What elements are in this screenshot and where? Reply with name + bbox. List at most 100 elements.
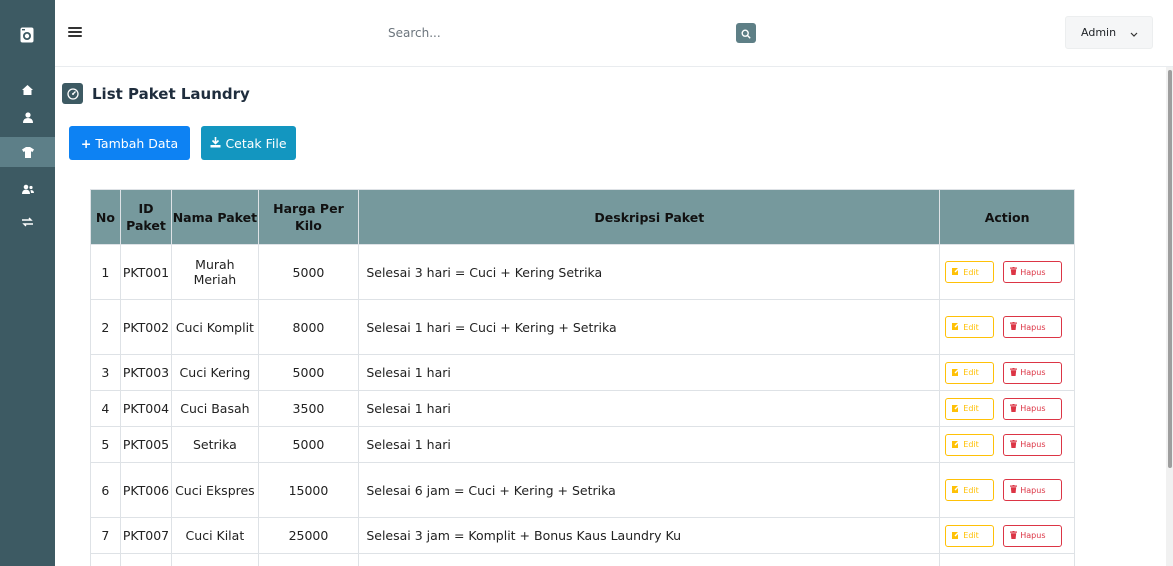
app-root: Admin List Paket Laundry + Tambah Data C… [0, 0, 1173, 566]
delete-label: Hapus [1020, 440, 1046, 449]
user-name: Admin [1081, 26, 1117, 39]
cell-action: Edit Hapus [939, 354, 1075, 391]
exchange-icon [22, 217, 33, 227]
sidebar-item-home[interactable] [0, 75, 55, 105]
header-deskripsi: Deskripsi Paket [358, 189, 941, 245]
cell-no: 3 [90, 354, 121, 391]
user-dropdown[interactable]: Admin [1065, 16, 1153, 49]
header-no: No [90, 189, 121, 245]
chevron-down-icon [1130, 28, 1138, 41]
edit-button[interactable]: Edit [945, 261, 995, 283]
trash-icon [1010, 530, 1020, 541]
sidebar-item-paket[interactable] [0, 137, 55, 167]
header-harga: Harga Per Kilo [257, 189, 360, 245]
page-title: List Paket Laundry [62, 83, 250, 104]
cell-id: PKT003 [119, 354, 173, 391]
delete-label: Hapus [1020, 485, 1046, 495]
cell-no: 6 [90, 462, 121, 518]
cell-nama: Cuci Basah [171, 390, 259, 427]
menu-icon[interactable] [68, 25, 82, 39]
cell-action: Edit Hapus [939, 390, 1075, 427]
cell-harga: 5000 [257, 426, 360, 463]
cell-deskripsi: Selesai 1 hari [358, 390, 941, 427]
trash-icon [1010, 322, 1020, 332]
cell-no: 5 [90, 426, 121, 463]
cell-id: PKT006 [119, 462, 173, 518]
sidebar [0, 0, 55, 566]
delete-label: Hapus [1020, 368, 1046, 377]
cell-deskripsi: Selesai 3 jam = Komplit + Bonus Kaus Lau… [358, 517, 941, 554]
search-icon [741, 24, 751, 43]
scrollbar-thumb[interactable] [1168, 70, 1172, 468]
sidebar-item-user[interactable] [0, 102, 55, 132]
edit-label: Edit [963, 368, 979, 377]
delete-button[interactable]: Hapus [1003, 524, 1063, 547]
edit-label: Edit [963, 485, 979, 495]
trash-icon [1010, 367, 1020, 378]
edit-button[interactable]: Edit [945, 524, 995, 547]
delete-button[interactable]: Hapus [1003, 361, 1063, 384]
cell-action: Edit Hapus [939, 517, 1075, 554]
cell-id: PKT005 [119, 426, 173, 463]
table-row: 2 PKT002 Cuci Komplit 8000 Selesai 1 hari = … [90, 299, 1075, 355]
cell-harga: 15000 [257, 462, 360, 518]
home-icon [22, 85, 33, 95]
cell-id: PKT001 [119, 244, 173, 300]
edit-icon [952, 403, 963, 414]
edit-icon [952, 267, 963, 277]
plus-icon: + [80, 135, 92, 151]
edit-icon [952, 322, 963, 332]
edit-icon [952, 530, 963, 541]
edit-button[interactable]: Edit [945, 433, 995, 456]
cell-id: PKT007 [119, 517, 173, 554]
edit-button[interactable]: Edit [945, 479, 995, 501]
cell-harga: 3500 [257, 390, 360, 427]
delete-button[interactable]: Hapus [1003, 397, 1063, 420]
cell-harga: 5000 [257, 354, 360, 391]
cell-harga: 5000 [257, 244, 360, 300]
page-title-text: List Paket Laundry [92, 84, 250, 103]
cell-nama: Cuci Kering [171, 354, 259, 391]
cell-nama: Cuci Ekspres [171, 462, 259, 518]
edit-icon [952, 367, 963, 378]
washing-machine-icon[interactable] [17, 25, 37, 45]
delete-button[interactable]: Hapus [1003, 433, 1063, 456]
users-icon [21, 184, 34, 194]
edit-label: Edit [963, 322, 979, 332]
sidebar-item-transaksi[interactable] [0, 207, 55, 237]
search-button[interactable] [736, 23, 756, 43]
edit-button[interactable]: Edit [945, 361, 995, 384]
add-data-button[interactable]: + Tambah Data [69, 126, 190, 160]
dashboard-icon [62, 83, 83, 104]
cell-empty [257, 553, 360, 566]
delete-button[interactable]: Hapus [1003, 316, 1063, 338]
cell-empty [358, 553, 941, 566]
cell-no: 1 [90, 244, 121, 300]
shirt-icon [21, 146, 34, 158]
trash-icon [1010, 403, 1020, 414]
delete-button[interactable]: Hapus [1003, 261, 1063, 283]
edit-label: Edit [963, 531, 979, 540]
cell-deskripsi: Selesai 1 hari [358, 426, 941, 463]
cell-deskripsi: Selesai 6 jam = Cuci + Kering + Setrika [358, 462, 941, 518]
cell-empty [119, 553, 173, 566]
cell-no: 4 [90, 390, 121, 427]
cell-deskripsi: Selesai 1 hari = Cuci + Kering + Setrika [358, 299, 941, 355]
trash-icon [1010, 439, 1020, 450]
edit-button[interactable]: Edit [945, 316, 995, 338]
delete-label: Hapus [1020, 404, 1046, 413]
print-file-button[interactable]: Cetak File [201, 126, 296, 160]
cell-deskripsi: Selesai 1 hari [358, 354, 941, 391]
delete-button[interactable]: Hapus [1003, 479, 1063, 501]
cell-nama: Cuci Kilat [171, 517, 259, 554]
cell-action: Edit Hapus [939, 299, 1075, 355]
topbar: Admin [55, 0, 1173, 67]
sidebar-item-members[interactable] [0, 174, 55, 204]
search-input[interactable] [375, 19, 725, 47]
cell-nama: Cuci Komplit [171, 299, 259, 355]
edit-button[interactable]: Edit [945, 397, 995, 420]
header-nama: Nama Paket [171, 189, 259, 245]
delete-label: Hapus [1020, 322, 1046, 332]
table-row: 7 PKT007 Cuci Kilat 25000 Selesai 3 jam = Ko… [90, 517, 1075, 554]
table-row: 6 PKT006 Cuci Ekspres 15000 Selesai 6 jam = … [90, 462, 1075, 518]
